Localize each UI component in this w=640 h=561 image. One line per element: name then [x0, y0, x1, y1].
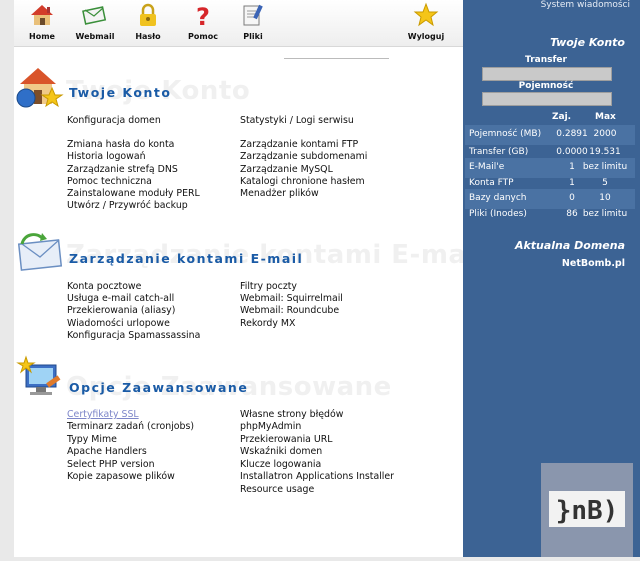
transfer-label: Transfer [525, 55, 567, 65]
netbomb-logo-mark: }nB) [549, 491, 625, 527]
top-toolbar: Home Webmail Hasło ? Pomoc Pliki Wyloguj [14, 0, 463, 47]
netbomb-logo: }nB) [541, 463, 633, 557]
link-perl-modules[interactable]: Zainstalowane moduły PERL [67, 188, 200, 199]
stat-max: 5 [602, 178, 608, 188]
link-dns-management[interactable]: Zarządzanie strefą DNS [67, 164, 178, 175]
link-backup[interactable]: Utwórz / Przywróć backup [67, 200, 188, 211]
stat-name: E-Mail'e [469, 162, 505, 172]
link-domain-pointers[interactable]: Wskaźniki domen [240, 446, 322, 457]
advanced-options-icon [16, 355, 61, 395]
stat-max: bez limitu [582, 162, 628, 172]
link-error-pages[interactable]: Własne strony błędów [240, 409, 343, 420]
stat-max: bez limitu [582, 209, 628, 219]
home-icon [31, 5, 53, 25]
email-section-title: Zarządzanie kontami E-mail [69, 251, 304, 266]
home-button[interactable]: Home [17, 2, 67, 41]
link-installatron[interactable]: Installatron Applications Installer [240, 471, 394, 482]
col-max-header: Max [595, 112, 616, 122]
link-squirrelmail[interactable]: Webmail: Squirrelmail [240, 293, 343, 304]
webmail-button[interactable]: Webmail [70, 2, 120, 41]
svg-text:?: ? [196, 3, 210, 28]
stat-row: Pliki (Inodes) 86 bez limitu [465, 205, 635, 225]
stat-name: Pliki (Inodes) [469, 209, 527, 219]
col-used-header: Zaj. [552, 112, 572, 122]
link-login-keys[interactable]: Klucze logowania [240, 459, 321, 470]
link-mx-records[interactable]: Rekordy MX [240, 318, 295, 329]
home-label: Home [29, 32, 55, 41]
sidebar-domain-title: Aktualna Domena [514, 239, 625, 252]
link-apache-handlers[interactable]: Apache Handlers [67, 446, 147, 457]
stat-name: Pojemność (MB) [469, 129, 542, 139]
capacity-bar [482, 92, 612, 106]
link-phpmyadmin[interactable]: phpMyAdmin [240, 421, 301, 432]
link-change-password[interactable]: Zmiana hasła do konta [67, 139, 174, 150]
help-button[interactable]: ? Pomoc [178, 2, 228, 41]
link-ftp-accounts[interactable]: Zarządzanie kontami FTP [240, 139, 358, 150]
link-protected-dirs[interactable]: Katalogi chronione hasłem [240, 176, 365, 187]
link-mail-filters[interactable]: Filtry poczty [240, 281, 297, 292]
files-button[interactable]: Pliki [228, 2, 278, 41]
link-catch-all[interactable]: Usługa e-mail catch-all [67, 293, 174, 304]
account-section-title: Twoje Konto [69, 85, 172, 100]
webmail-icon [82, 6, 107, 25]
link-subdomains[interactable]: Zarządzanie subdomenami [240, 151, 367, 162]
transfer-bar [482, 67, 612, 81]
help-label: Pomoc [188, 32, 218, 41]
link-cronjobs[interactable]: Terminarz zadań (cronjobs) [67, 421, 194, 432]
password-label: Hasło [135, 32, 161, 41]
link-statistics[interactable]: Statystyki / Logi serwisu [240, 115, 354, 126]
stat-row: Pojemność (MB) 0.2891 2000 [465, 125, 635, 145]
password-button[interactable]: Hasło [123, 2, 173, 41]
link-login-history[interactable]: Historia logowań [67, 151, 146, 162]
stat-max: 2000 [593, 129, 617, 139]
email-envelope-icon [17, 233, 63, 271]
capacity-label: Pojemność [518, 81, 574, 91]
stat-max: 10 [599, 193, 611, 203]
main-content: Home Webmail Hasło ? Pomoc Pliki Wyloguj… [14, 0, 485, 557]
stat-name: Bazy danych [469, 193, 527, 203]
logout-label: Wyloguj [407, 32, 445, 41]
advanced-section-title: Opcje Zaawansowane [69, 380, 249, 395]
link-mail-accounts[interactable]: Konta pocztowe [67, 281, 141, 292]
link-domain-config[interactable]: Konfiguracja domen [67, 115, 161, 126]
sidebar-account-title: Twoje Konto [550, 36, 625, 49]
stat-max: 19.531 [589, 147, 621, 157]
lock-icon [140, 3, 156, 26]
webmail-label: Webmail [75, 32, 115, 41]
link-php-version[interactable]: Select PHP version [67, 459, 155, 470]
account-house-icon [16, 68, 64, 108]
logout-button[interactable]: Wyloguj [401, 2, 451, 41]
link-vacation[interactable]: Wiadomości urlopowe [67, 318, 170, 329]
stat-name: Transfer (GB) [469, 147, 529, 157]
link-resource-usage[interactable]: Resource usage [240, 484, 314, 495]
link-ssl-certificates[interactable]: Certyfikaty SSL [67, 409, 139, 420]
star-icon [413, 2, 439, 27]
link-tech-support[interactable]: Pomoc techniczna [67, 176, 152, 187]
toolbar-divider [284, 58, 389, 59]
link-file-backups[interactable]: Kopie zapasowe plików [67, 471, 175, 482]
files-label: Pliki [243, 32, 263, 41]
question-mark-icon: ? [196, 3, 210, 28]
link-roundcube[interactable]: Webmail: Roundcube [240, 305, 339, 316]
link-spamassassin[interactable]: Konfiguracja Spamassassina [67, 330, 200, 341]
files-icon [243, 4, 263, 26]
system-messages-link[interactable]: System wiadomości [463, 0, 630, 10]
svg-text:}nB): }nB) [556, 496, 619, 526]
link-file-manager[interactable]: Menadżer plików [240, 188, 319, 199]
link-url-redirects[interactable]: Przekierowania URL [240, 434, 333, 445]
link-aliases[interactable]: Przekierowania (aliasy) [67, 305, 175, 316]
link-mime-types[interactable]: Typy Mime [67, 434, 117, 445]
link-mysql[interactable]: Zarządzanie MySQL [240, 164, 333, 175]
current-domain: NetBomb.pl [561, 258, 625, 269]
stat-name: Konta FTP [469, 178, 514, 188]
